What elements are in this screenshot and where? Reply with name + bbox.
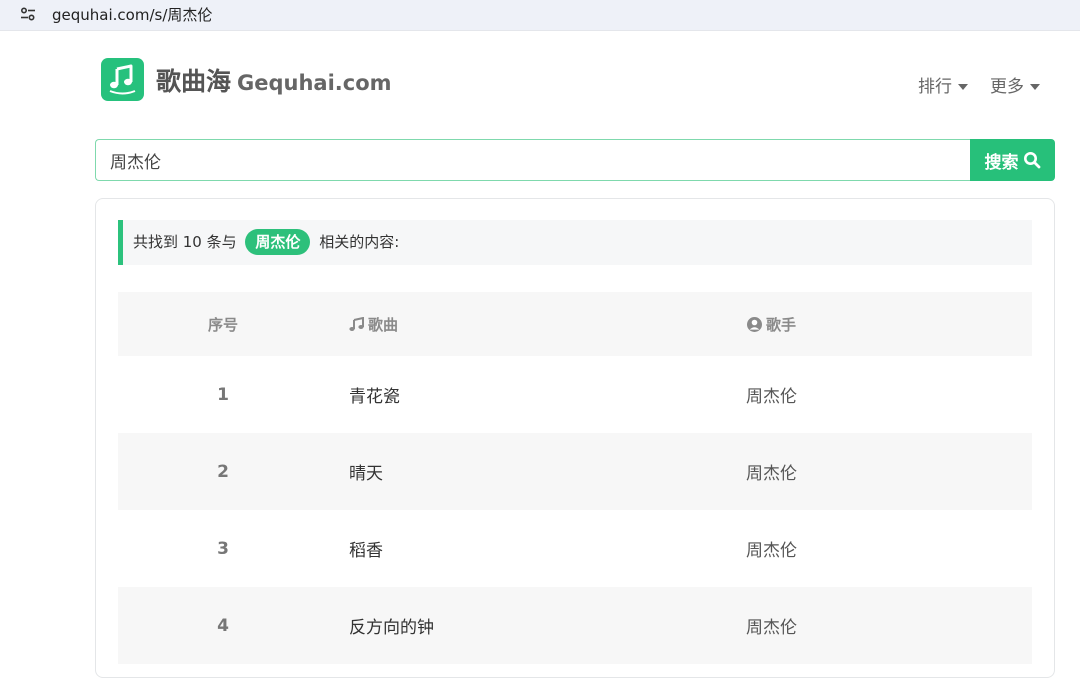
header-song-label: 歌曲 (368, 315, 399, 334)
browser-address-bar: gequhai.com/s/周杰伦 (0, 0, 1080, 30)
song-link[interactable]: 青花瓷 (349, 356, 400, 433)
row-index: 3 (217, 538, 229, 559)
nav-rank-label: 排行 (918, 77, 952, 97)
results-summary-prefix: 共找到 10 条与 (133, 233, 237, 251)
search-button-label: 搜索 (984, 152, 1019, 173)
nav-rank-dropdown[interactable]: 排行 (918, 72, 968, 97)
artist-link[interactable]: 周杰伦 (746, 356, 797, 433)
caret-down-icon (1030, 84, 1040, 90)
row-index: 1 (217, 384, 229, 405)
song-link[interactable]: 反方向的钟 (349, 587, 434, 664)
header-song: 歌曲 (349, 292, 398, 356)
results-panel: 共找到 10 条与 周杰伦 相关的内容: 序号 歌曲 歌手 1 青花瓷 周杰伦 … (95, 198, 1055, 678)
nav-more-dropdown[interactable]: 更多 (990, 72, 1040, 97)
song-link[interactable]: 晴天 (349, 433, 383, 510)
address-url[interactable]: gequhai.com/s/周杰伦 (52, 4, 212, 25)
tune-icon[interactable] (20, 7, 36, 21)
table-row[interactable]: 3 稻香 周杰伦 (118, 510, 1032, 587)
caret-down-icon (958, 84, 968, 90)
nav-more-label: 更多 (990, 77, 1024, 97)
row-index: 4 (217, 615, 229, 636)
site-brand[interactable]: 歌曲海 Gequhai.com (156, 62, 392, 98)
brand-name-en: Gequhai.com (237, 71, 392, 95)
results-summary-suffix: 相关的内容: (319, 233, 400, 251)
brand-name-cn: 歌曲海 (156, 67, 232, 96)
music-note-icon (109, 64, 136, 95)
artist-link[interactable]: 周杰伦 (746, 433, 797, 510)
search-icon (1023, 152, 1040, 169)
table-header-row: 序号 歌曲 歌手 (118, 292, 1032, 356)
user-circle-icon (747, 316, 762, 332)
search-input[interactable] (95, 139, 972, 181)
row-index: 2 (217, 461, 229, 482)
header-artist-label: 歌手 (766, 315, 797, 334)
table-row[interactable]: 2 晴天 周杰伦 (118, 433, 1032, 510)
song-link[interactable]: 稻香 (349, 510, 383, 587)
search-button[interactable]: 搜索 (970, 139, 1055, 181)
artist-link[interactable]: 周杰伦 (746, 587, 797, 664)
table-row[interactable]: 4 反方向的钟 周杰伦 (118, 587, 1032, 664)
music-note-icon (349, 316, 364, 331)
artist-link[interactable]: 周杰伦 (746, 510, 797, 587)
results-table: 序号 歌曲 歌手 1 青花瓷 周杰伦 2 晴天 周杰伦 3 稻香 周杰伦 4 反… (118, 292, 1032, 664)
results-summary: 共找到 10 条与 周杰伦 相关的内容: (118, 220, 1032, 265)
header-index: 序号 (207, 315, 238, 334)
keyword-badge: 周杰伦 (245, 229, 311, 255)
table-row[interactable]: 1 青花瓷 周杰伦 (118, 356, 1032, 433)
site-logo[interactable] (101, 58, 144, 101)
page-top-divider (0, 30, 1080, 38)
header-artist: 歌手 (746, 292, 796, 356)
